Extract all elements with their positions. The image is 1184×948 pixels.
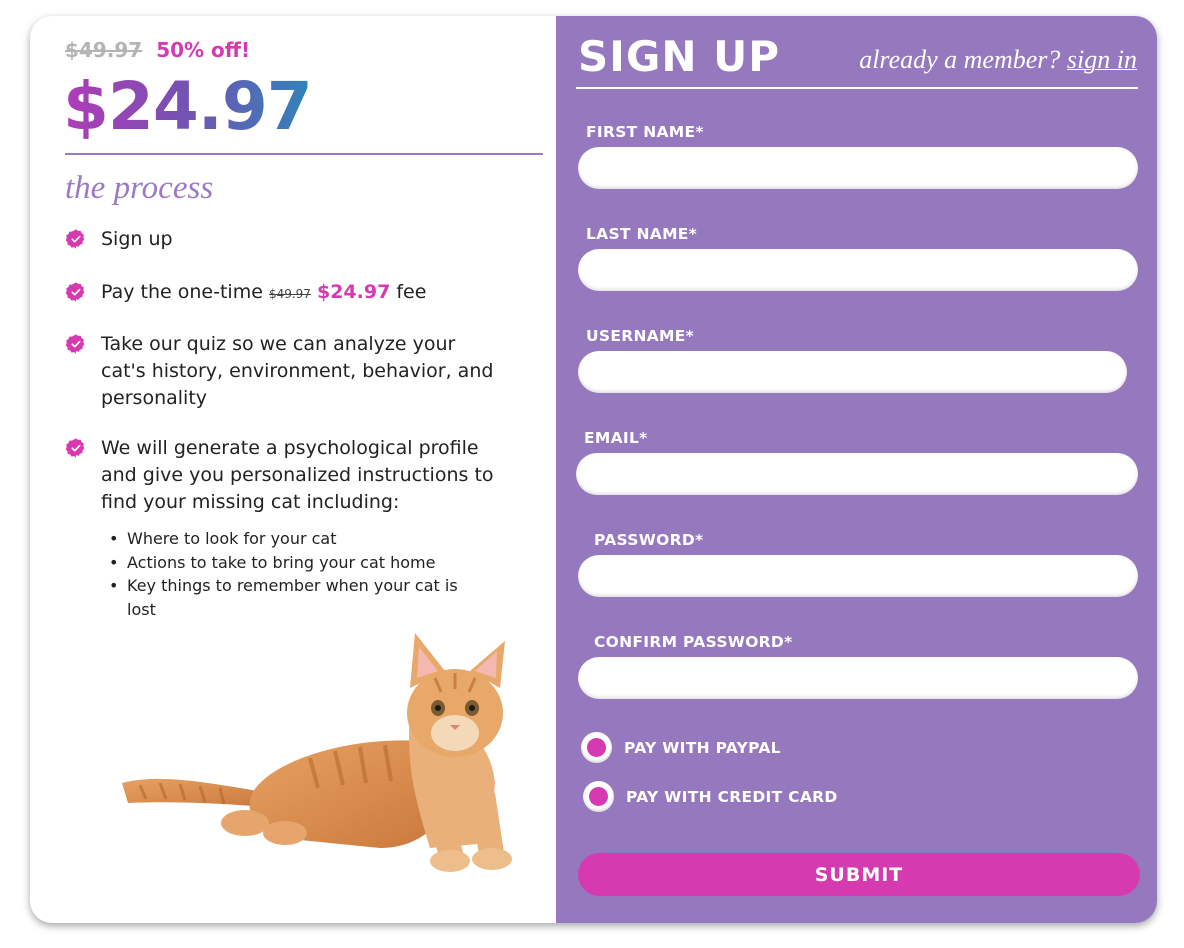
signup-title: SIGN UP: [578, 32, 781, 81]
signup-panel: SIGN UP already a member? sign in FIRST …: [556, 16, 1157, 923]
radio-label: PAY WITH PAYPAL: [624, 738, 781, 757]
signup-card: $49.97 50% off! $24.97 the process Sign …: [30, 16, 1157, 923]
first-name-field[interactable]: [578, 147, 1138, 189]
username-label: USERNAME*: [586, 327, 695, 345]
cat-illustration: [122, 633, 512, 872]
check-badge-icon: [65, 229, 85, 249]
divider: [576, 87, 1138, 89]
process-step: Sign up: [65, 226, 495, 253]
pay-with-credit-card-option[interactable]: PAY WITH CREDIT CARD: [583, 781, 838, 812]
radio-label: PAY WITH CREDIT CARD: [626, 787, 838, 806]
sub-list-item: Actions to take to bring your cat home: [109, 551, 469, 575]
first-name-label: FIRST NAME*: [586, 123, 704, 141]
sub-list-item: Where to look for your cat: [109, 527, 469, 551]
new-fee: $24.97: [316, 281, 391, 303]
email-field[interactable]: [576, 453, 1138, 495]
discount-label: 50% off!: [156, 38, 251, 62]
step-text: Pay the one-time: [101, 281, 263, 303]
username-field[interactable]: [578, 351, 1127, 393]
check-badge-icon: [65, 438, 85, 458]
price-row: $49.97 50% off!: [65, 38, 250, 62]
step-text: Sign up: [101, 228, 173, 250]
password-field[interactable]: [578, 555, 1138, 597]
process-title: the process: [65, 170, 214, 206]
check-badge-icon: [65, 334, 85, 354]
step-text: We will generate a psychological profile…: [101, 437, 494, 513]
last-name-label: LAST NAME*: [586, 225, 698, 243]
member-prompt: already a member?: [859, 45, 1061, 74]
radio-button[interactable]: [581, 732, 612, 763]
member-prompt-row: already a member? sign in: [859, 45, 1137, 75]
last-name-field[interactable]: [578, 249, 1138, 291]
radio-button[interactable]: [583, 781, 614, 812]
radio-dot: [589, 787, 608, 806]
old-fee: $49.97: [268, 287, 311, 301]
offer-panel: $49.97 50% off! $24.97 the process Sign …: [30, 16, 556, 923]
divider: [65, 153, 543, 155]
check-badge-icon: [65, 282, 85, 302]
step-text-suffix: fee: [396, 281, 427, 303]
original-price: $49.97: [65, 38, 143, 62]
process-step: Pay the one-time $49.97 $24.97 fee: [65, 279, 495, 308]
confirm-password-field[interactable]: [578, 657, 1138, 699]
step-text: Take our quiz so we can analyze your cat…: [101, 333, 494, 409]
process-step: We will generate a psychological profile…: [65, 435, 495, 621]
password-label: PASSWORD*: [594, 531, 704, 549]
email-label: EMAIL*: [584, 429, 648, 447]
process-step: Take our quiz so we can analyze your cat…: [65, 331, 495, 412]
radio-dot: [587, 738, 606, 757]
sub-list-item: Key things to remember when your cat is …: [109, 574, 469, 621]
pay-with-paypal-option[interactable]: PAY WITH PAYPAL: [581, 732, 781, 763]
sign-in-link[interactable]: sign in: [1067, 45, 1137, 74]
process-steps: Sign up Pay the one-time $49.97 $24.97 f…: [65, 226, 495, 621]
confirm-password-label: CONFIRM PASSWORD*: [594, 633, 793, 651]
current-price: $24.97: [63, 68, 313, 145]
step-sub-list: Where to look for your cat Actions to ta…: [109, 527, 495, 621]
submit-button[interactable]: SUBMIT: [578, 853, 1140, 896]
